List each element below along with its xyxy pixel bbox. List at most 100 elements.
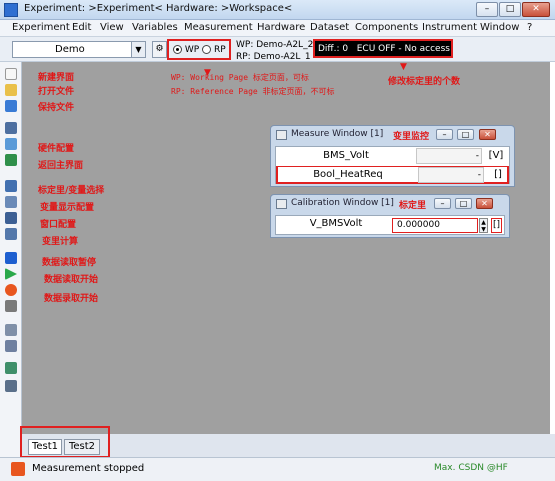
status-icon — [11, 462, 25, 476]
calculator-icon[interactable] — [5, 228, 17, 240]
note-display-config: 变量显示配置 — [40, 203, 95, 213]
record-config-icon[interactable] — [5, 300, 17, 312]
signal-name: BMS_Volt — [323, 150, 369, 161]
window-icon — [276, 130, 287, 140]
hardware-icon[interactable] — [5, 122, 17, 134]
table-row[interactable]: Bool_HeatReq - [] — [276, 166, 509, 184]
param-name: V_BMSVolt — [309, 218, 363, 229]
hardware-config-icon[interactable] — [5, 138, 17, 150]
menu-bar: Experiment Edit View Variables Measureme… — [0, 20, 555, 37]
calibration-window-title: Calibration Window [1] — [291, 198, 394, 208]
note-start: 数据读取开始 — [44, 275, 99, 285]
window-icon — [276, 199, 287, 209]
menu-variables[interactable]: Variables — [132, 22, 178, 33]
minimize-icon[interactable]: – — [436, 129, 453, 140]
config-button[interactable]: ⚙ — [152, 41, 167, 58]
menu-window[interactable]: Window — [480, 22, 519, 33]
wp-page-label: WP: Demo-A2L_2 — [236, 40, 314, 50]
table-row[interactable]: BMS_Volt - [V] — [276, 148, 509, 166]
param-unit: [] — [491, 218, 502, 233]
maximize-icon[interactable]: □ — [455, 198, 472, 209]
status-text: Measurement stopped — [32, 463, 145, 474]
close-icon[interactable]: ✕ — [476, 198, 493, 209]
rp-note: RP: Reference Page 非标定页面，不可标 — [171, 87, 335, 96]
param-value-input[interactable]: 0.000000 — [392, 218, 478, 233]
note-pause: 数据读取暂停 — [42, 258, 97, 268]
menu-view[interactable]: View — [100, 22, 124, 33]
measure-window-title: Measure Window [1] — [291, 129, 384, 139]
pause-icon[interactable] — [5, 252, 17, 264]
minimize-icon[interactable]: – — [434, 198, 451, 209]
note-hardware: 硬件配置 — [38, 144, 75, 154]
arrow-down-icon-2: ▼ — [400, 62, 407, 72]
display-config-icon[interactable] — [5, 196, 17, 208]
workspace-combo[interactable]: Demo ▼ — [12, 41, 146, 58]
title-bar: Experiment: >Experiment< Hardware: >Work… — [0, 0, 555, 20]
diff-label: Diff.: 0 — [318, 44, 349, 54]
tool-icon[interactable] — [5, 324, 17, 336]
ecu-status: ECU OFF - No access — [356, 44, 450, 54]
maximize-icon[interactable]: □ — [457, 129, 474, 140]
window-title: Experiment: >Experiment< Hardware: >Work… — [24, 3, 293, 14]
note-calc: 变里计算 — [42, 237, 79, 247]
measure-window[interactable]: Measure Window [1] 变里监控 – □ ✕ BMS_Volt -… — [270, 125, 515, 187]
home-icon[interactable] — [5, 154, 17, 166]
rp-page-label: RP: Demo-A2L_1 — [236, 52, 311, 60]
calib-note: 标定里 — [399, 201, 427, 211]
calibration-row: V_BMSVolt 0.000000 ▲ ▼ [] — [275, 215, 505, 235]
wp-radio[interactable] — [173, 45, 182, 54]
gear-icon: ⚙ — [155, 44, 164, 54]
workspace: 新建界面 打开文件 保持文件 硬件配置 返回主界面 标定里/变量选择 变量显示配… — [22, 62, 550, 434]
app-icon — [4, 3, 18, 17]
export-icon[interactable] — [5, 380, 17, 392]
signal-name: Bool_HeatReq — [313, 169, 383, 180]
menu-measurement[interactable]: Measurement — [184, 22, 253, 33]
menu-instrument[interactable]: Instrument — [422, 22, 477, 33]
rp-radio[interactable] — [202, 45, 212, 54]
page-switch: WP RP — [167, 39, 231, 60]
signal-value: - — [418, 167, 484, 183]
note-home: 返回主界面 — [38, 161, 84, 171]
status-right: Max. CSDN @HF — [434, 463, 508, 473]
open-folder-icon[interactable] — [5, 84, 17, 96]
note-variable-select: 标定里/变量选择 — [38, 186, 105, 196]
diff-note: 修改标定里的个数 — [388, 77, 461, 87]
spinner[interactable]: ▲ ▼ — [479, 218, 488, 233]
signal-value: - — [416, 148, 482, 164]
rp-label: RP — [213, 45, 226, 55]
wp-note: WP: Working Page 标定页面，可标 — [171, 73, 309, 82]
note-save: 保持文件 — [38, 103, 75, 113]
variable-select-icon[interactable] — [5, 180, 17, 192]
close-button[interactable]: ✕ — [522, 2, 550, 17]
diff-status: Diff.: 0 ECU OFF - No access — [313, 39, 453, 58]
tab-test1[interactable]: Test1 — [28, 439, 62, 455]
note-record: 数据录取开始 — [44, 294, 99, 304]
menu-edit[interactable]: Edit — [72, 22, 91, 33]
measure-table: BMS_Volt - [V] Bool_HeatReq - [] — [275, 146, 510, 184]
chevron-down-icon[interactable]: ▼ — [131, 42, 145, 57]
search-icon[interactable] — [5, 362, 17, 374]
status-bar: Measurement stopped Max. CSDN @HF — [0, 457, 555, 481]
edit-icon[interactable] — [5, 340, 17, 352]
menu-hardware[interactable]: Hardware — [257, 22, 305, 33]
window-config-icon[interactable] — [5, 212, 17, 224]
note-window-config: 窗口配置 — [40, 220, 77, 230]
menu-experiment[interactable]: Experiment — [12, 22, 70, 33]
combo-value: Demo — [55, 44, 85, 55]
menu-help[interactable]: ? — [527, 22, 532, 33]
wp-label: WP — [184, 45, 200, 55]
menu-dataset[interactable]: Dataset — [310, 22, 349, 33]
note-new: 新建界面 — [38, 73, 75, 83]
tab-test2[interactable]: Test2 — [64, 439, 100, 455]
close-icon[interactable]: ✕ — [479, 129, 496, 140]
new-file-icon[interactable] — [5, 68, 17, 80]
record-icon[interactable] — [5, 284, 17, 296]
calibration-window[interactable]: Calibration Window [1] 标定里 – □ ✕ V_BMSVo… — [270, 194, 510, 238]
play-icon[interactable] — [5, 268, 17, 280]
maximize-button[interactable]: □ — [499, 2, 521, 17]
signal-unit: [V] — [488, 150, 504, 161]
left-toolbar — [0, 62, 22, 457]
menu-components[interactable]: Components — [355, 22, 418, 33]
save-icon[interactable] — [5, 100, 17, 112]
minimize-button[interactable]: – — [476, 2, 498, 17]
